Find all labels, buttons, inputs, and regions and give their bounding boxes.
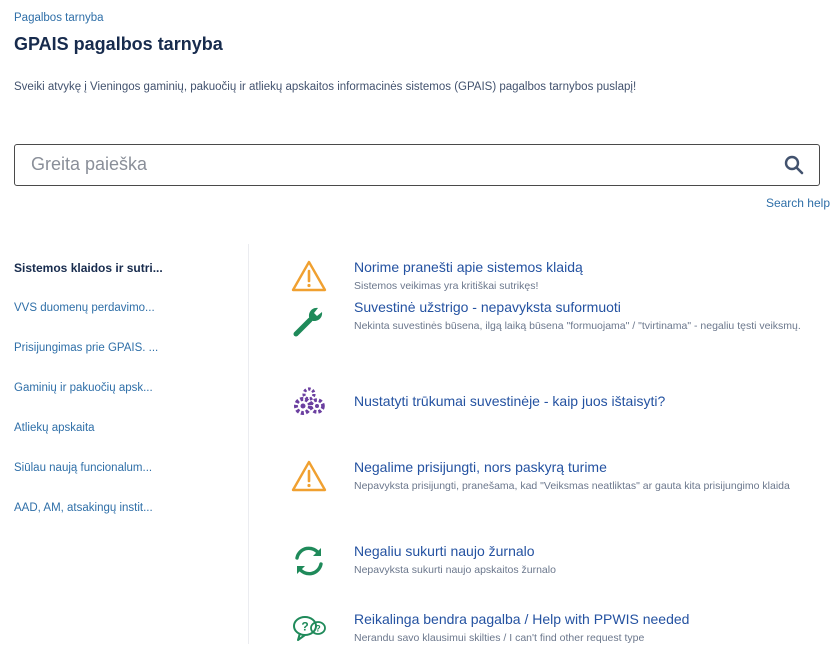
request-description: Nepavyksta prisijungti, pranešama, kad "… xyxy=(354,480,790,492)
refresh-icon xyxy=(290,542,328,580)
sidebar-item-login[interactable]: Prisijungimas prie GPAIS. ... xyxy=(0,328,240,368)
search-input[interactable] xyxy=(25,145,777,183)
request-title[interactable]: Negaliu sukurti naujo žurnalo xyxy=(354,542,814,560)
request-description: Nekinta suvestinės būsena, ilgą laiką bū… xyxy=(354,320,801,332)
question-bubble-icon: ? ? xyxy=(290,610,328,648)
search-icon[interactable] xyxy=(783,154,805,176)
request-title[interactable]: Negalime prisijungti, nors paskyrą turim… xyxy=(354,458,814,476)
sidebar-item-vvs-data[interactable]: VVS duomenų perdavimo... xyxy=(0,288,240,328)
search-box xyxy=(14,144,820,186)
sidebar-item-waste-accounting[interactable]: Atliekų apskaita xyxy=(0,408,240,448)
wrench-icon xyxy=(290,302,328,340)
warning-icon xyxy=(290,258,328,296)
request-description: Nepavyksta sukurti naujo apskaitos žurna… xyxy=(354,564,556,576)
sidebar: Sistemos klaidos ir sutri... VVS duomenų… xyxy=(0,248,240,528)
svg-text:?: ? xyxy=(301,620,308,634)
sidebar-divider xyxy=(248,244,249,644)
svg-text:?: ? xyxy=(315,624,321,634)
request-title[interactable]: Nustatyti trūkumai suvestinėje - kaip ju… xyxy=(354,392,814,410)
request-description: Sistemos veikimas yra kritiškai sutrikęs… xyxy=(354,280,539,292)
sidebar-item-new-functionality[interactable]: Siūlau naują funcionalum... xyxy=(0,448,240,488)
welcome-text: Sveiki atvykę į Vieningos gaminių, pakuo… xyxy=(14,81,637,93)
sidebar-item-system-errors[interactable]: Sistemos klaidos ir sutri... xyxy=(0,248,240,288)
sidebar-item-institutions[interactable]: AAD, AM, atsakingų instit... xyxy=(0,488,240,528)
gears-icon xyxy=(290,384,328,422)
breadcrumb[interactable]: Pagalbos tarnyba xyxy=(14,12,104,24)
request-title[interactable]: Reikalinga bendra pagalba / Help with PP… xyxy=(354,610,814,628)
warning-icon xyxy=(290,458,328,496)
search-help-link[interactable]: Search help xyxy=(766,196,830,210)
request-title[interactable]: Norime pranešti apie sistemos klaidą xyxy=(354,258,814,276)
page-title: GPAIS pagalbos tarnyba xyxy=(14,34,223,54)
sidebar-item-products-packaging[interactable]: Gaminių ir pakuočių apsk... xyxy=(0,368,240,408)
request-title[interactable]: Suvestinė užstrigo - nepavyksta suformuo… xyxy=(354,298,814,316)
